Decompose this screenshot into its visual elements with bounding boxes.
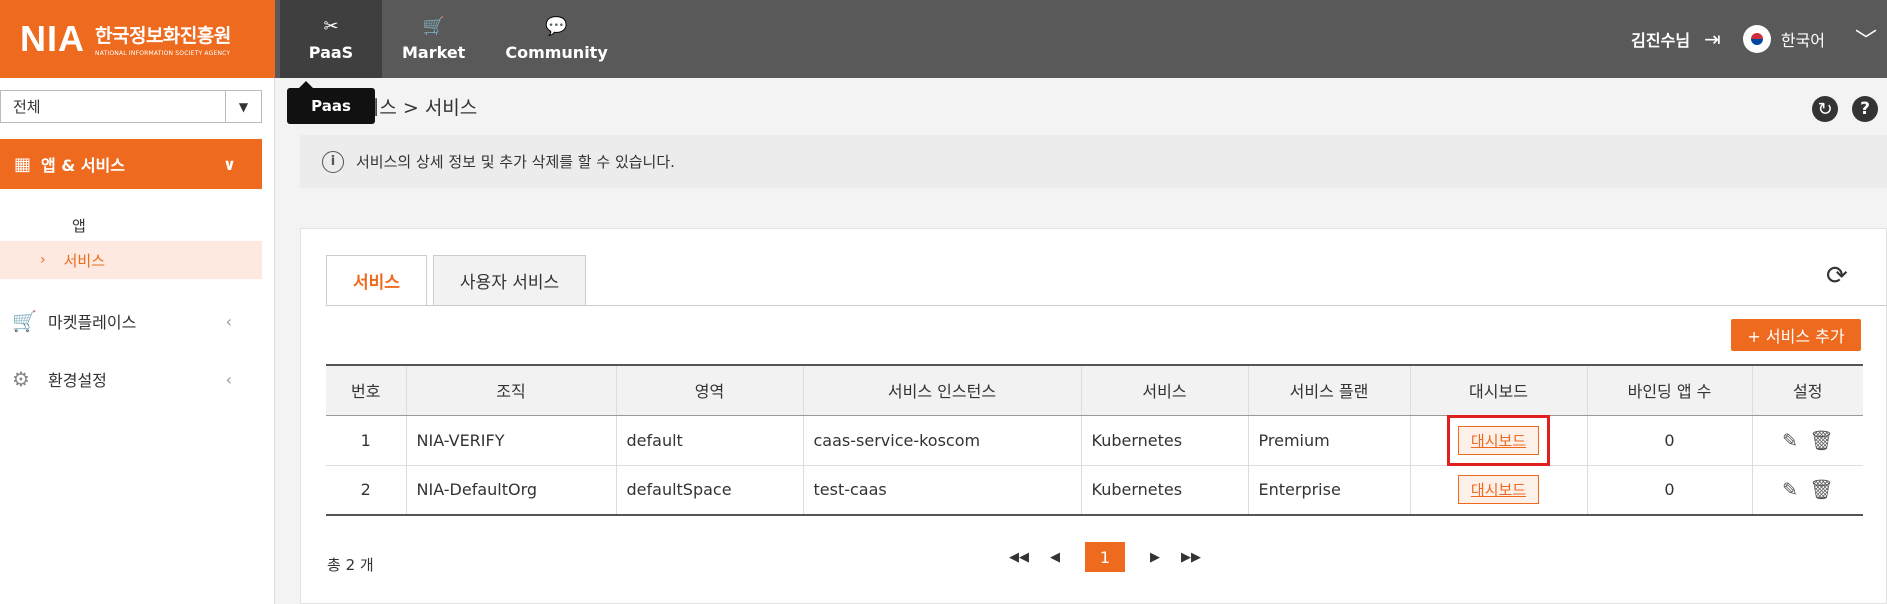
table-header-row: 번호 조직 영역 서비스 인스턴스 서비스 서비스 플랜 대시보드 바인딩 앱 …	[326, 364, 1863, 416]
dashboard-button[interactable]: 대시보드	[1457, 475, 1540, 505]
total-count: 총 2 개	[327, 556, 374, 574]
language-selector[interactable]: 한국어	[1781, 27, 1825, 51]
pagination: ◀◀ ◀ 1 ▶ ▶▶	[1001, 542, 1209, 572]
nav-paas[interactable]: ✂ PaaS	[280, 0, 382, 78]
dashboard-button[interactable]: 대시보드	[1446, 414, 1551, 466]
trash-icon[interactable]: 🗑	[1809, 430, 1833, 452]
cell-no: 2	[326, 465, 406, 516]
cell-actions: ✎ 🗑	[1751, 465, 1863, 516]
help-icon[interactable]: ?	[1852, 96, 1878, 122]
cell-bindings: 0	[1586, 415, 1752, 466]
col-header: 서비스	[1080, 364, 1248, 416]
cell-dashboard: 대시보드	[1409, 414, 1587, 466]
logo-mark: NIA	[20, 18, 85, 59]
service-panel: 서비스 사용자 서비스 ⟳ + 서비스 추가 번호 조직 영역 서비스 인스턴스…	[300, 228, 1887, 604]
col-header: 번호	[326, 364, 406, 416]
col-header: 바인딩 앱 수	[1586, 364, 1752, 416]
chevron-left-icon: ‹	[225, 369, 232, 389]
chat-icon: 💬	[545, 15, 568, 37]
sidebar-item-label: 앱 & 서비스	[41, 156, 125, 175]
main-nav: ✂ PaaS 🛒 Market 💬 Community	[280, 0, 628, 78]
nav-market[interactable]: 🛒 Market	[382, 0, 485, 78]
tab-bar: 서비스 사용자 서비스	[326, 255, 592, 306]
sidebar-item-marketplace[interactable]: 🛒 마켓플레이스 ‹	[0, 301, 262, 341]
cell-service: Kubernetes	[1080, 465, 1248, 516]
service-table: 번호 조직 영역 서비스 인스턴스 서비스 서비스 플랜 대시보드 바인딩 앱 …	[326, 364, 1863, 516]
table-row: 1 NIA-VERIFY default caas-service-koscom…	[326, 414, 1863, 466]
user-name[interactable]: 김진수님	[1631, 27, 1690, 51]
cell-dashboard: 대시보드	[1409, 465, 1587, 516]
cell-plan: Premium	[1247, 415, 1410, 466]
chevron-down-icon[interactable]: ﹀	[1855, 23, 1877, 55]
info-text: 서비스의 상세 정보 및 추가 삭제를 할 수 있습니다.	[356, 153, 675, 171]
col-header: 영역	[615, 364, 803, 416]
cart-icon: 🛒	[12, 309, 37, 333]
cell-instance: test-caas	[802, 465, 1081, 516]
first-page-icon[interactable]: ◀◀	[1004, 542, 1034, 572]
nav-tooltip: Paas	[287, 81, 375, 124]
info-icon: i	[322, 150, 344, 173]
sync-icon[interactable]: ⟳	[1826, 261, 1848, 291]
reload-icon[interactable]: ↻	[1812, 96, 1838, 122]
nav-label: Market	[402, 42, 466, 62]
edit-icon[interactable]: ✎	[1782, 430, 1798, 452]
col-header: 조직	[405, 364, 616, 416]
sidebar-subitem-app[interactable]: 앱	[0, 206, 262, 244]
sidebar-item-settings[interactable]: ⚙ 환경설정 ‹	[0, 359, 262, 399]
cell-no: 1	[326, 415, 406, 466]
cell-org: NIA-VERIFY	[405, 415, 616, 466]
nav-label: Community	[505, 42, 608, 62]
divider	[326, 305, 1887, 306]
sidebar-item-app-service[interactable]: ▦ 앱 & 서비스 ∨	[0, 139, 262, 189]
prev-page-icon[interactable]: ◀	[1040, 542, 1070, 572]
cell-space: defaultSpace	[615, 465, 803, 516]
grid-icon: ▦	[14, 153, 32, 175]
last-page-icon[interactable]: ▶▶	[1176, 542, 1206, 572]
logo[interactable]: NIA 한국정보화진흥원 NATIONAL INFORMATION SOCIET…	[0, 0, 275, 78]
chevron-left-icon: ‹	[225, 311, 232, 331]
org-select-value: 전체	[13, 98, 41, 116]
cell-org: NIA-DefaultOrg	[405, 465, 616, 516]
edit-icon[interactable]: ✎	[1782, 479, 1798, 501]
current-page[interactable]: 1	[1085, 542, 1125, 572]
trash-icon[interactable]: 🗑	[1809, 479, 1833, 501]
logo-text: 한국정보화진흥원 NATIONAL INFORMATION SOCIETY AG…	[95, 21, 231, 57]
sidebar-subitem-service[interactable]: › 서비스	[0, 241, 262, 279]
add-service-button[interactable]: + 서비스 추가	[1731, 319, 1861, 351]
sidebar-item-label: 환경설정	[48, 371, 107, 390]
cell-bindings: 0	[1586, 465, 1752, 516]
info-bar: i 서비스의 상세 정보 및 추가 삭제를 할 수 있습니다.	[300, 135, 1887, 188]
cell-space: default	[615, 415, 803, 466]
sidebar: 전체 ▼ ▦ 앱 & 서비스 ∨ 앱 › 서비스 🛒 마켓플레이스 ‹ ⚙ 환경…	[0, 78, 275, 604]
col-header: 설정	[1751, 364, 1863, 416]
col-header: 서비스 인스턴스	[802, 364, 1081, 416]
cell-actions: ✎ 🗑	[1751, 415, 1863, 466]
top-bar: NIA 한국정보화진흥원 NATIONAL INFORMATION SOCIET…	[0, 0, 1887, 78]
cell-service: Kubernetes	[1080, 415, 1248, 466]
sidebar-subitem-label: 서비스	[63, 251, 106, 270]
nav-label: PaaS	[308, 42, 354, 62]
col-header: 서비스 플랜	[1247, 364, 1410, 416]
next-page-icon[interactable]: ▶	[1140, 542, 1170, 572]
nav-community[interactable]: 💬 Community	[485, 0, 627, 78]
logo-name-kr: 한국정보화진흥원	[95, 25, 231, 47]
chevron-right-icon: ›	[40, 252, 46, 268]
cell-instance: caas-service-koscom	[802, 415, 1081, 466]
caret-down-icon[interactable]: ▼	[225, 91, 261, 122]
col-header: 대시보드	[1409, 364, 1587, 416]
user-area: 김진수님 ⇥ 한국어 ﹀	[1631, 0, 1887, 78]
settings-tree-icon: ⚙	[12, 367, 30, 391]
tab-user-service[interactable]: 사용자 서비스	[432, 255, 587, 306]
logout-icon[interactable]: ⇥	[1704, 27, 1721, 51]
tab-service[interactable]: 서비스	[326, 255, 427, 306]
cell-plan: Enterprise	[1247, 465, 1410, 516]
sidebar-item-label: 마켓플레이스	[48, 313, 137, 332]
logo-name-en: NATIONAL INFORMATION SOCIETY AGENCY	[95, 50, 231, 57]
table-row: 2 NIA-DefaultOrg defaultSpace test-caas …	[326, 465, 1863, 516]
org-select[interactable]: 전체 ▼	[0, 90, 262, 123]
chevron-down-icon: ∨	[223, 154, 236, 174]
tools-icon: ✂	[323, 15, 339, 37]
korea-flag-icon	[1742, 25, 1771, 53]
cart-icon: 🛒	[422, 15, 445, 37]
